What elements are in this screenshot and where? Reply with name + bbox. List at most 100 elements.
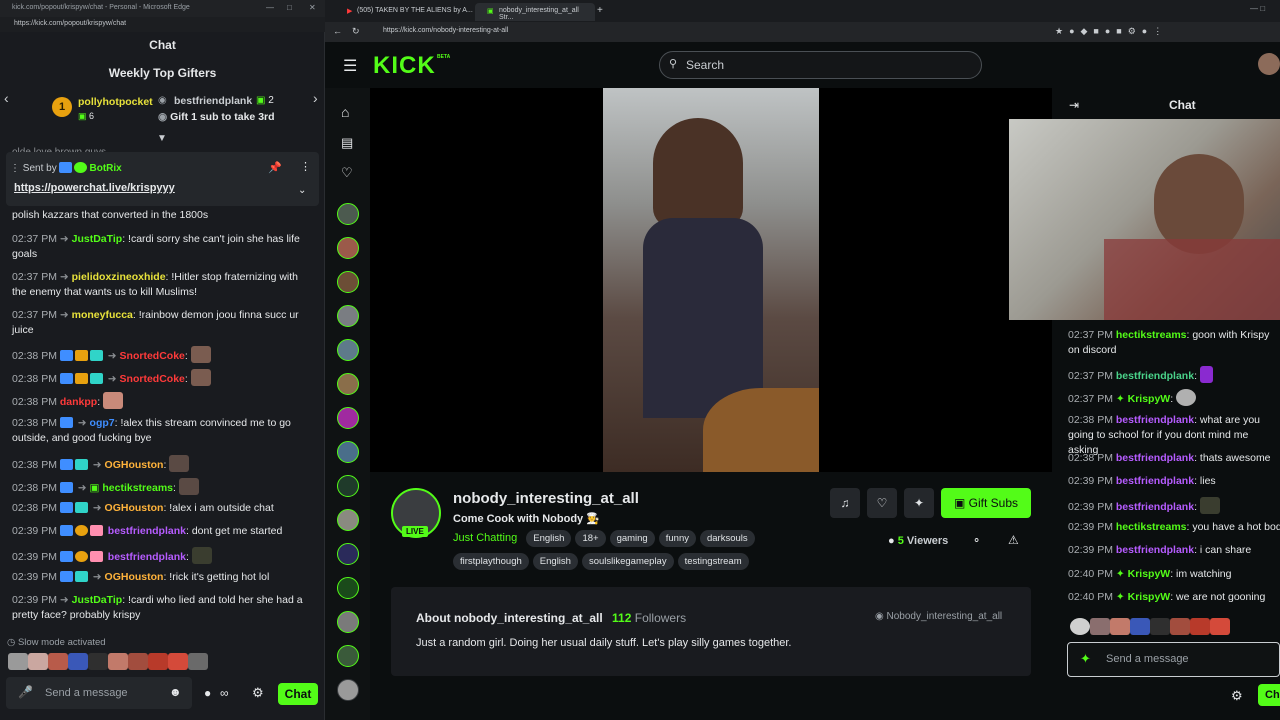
chat-settings-gear-icon[interactable]: ⚙: [1231, 688, 1243, 704]
chat-username: KrispyW: [1127, 591, 1171, 603]
chat-username: JustDaTip: [71, 233, 123, 245]
close-icon[interactable]: ✕: [309, 3, 316, 12]
microphone-icon[interactable]: 🎤: [18, 685, 33, 699]
right-chat-button[interactable]: Chat: [1258, 684, 1280, 706]
home-icon[interactable]: ⌂: [341, 104, 349, 120]
minimize-icon[interactable]: —: [266, 3, 274, 12]
collapse-icon[interactable]: ▼: [157, 133, 167, 144]
maximize-icon[interactable]: □: [287, 3, 292, 12]
webcam-shirt: [1104, 239, 1280, 320]
gift-icon: ▣: [953, 496, 966, 510]
sparkle-icon[interactable]: ✦: [904, 488, 934, 518]
chat-message: 02:37 PM bestfriendplank:: [1068, 366, 1280, 384]
channel-avatar[interactable]: [337, 645, 359, 667]
right-send-message-input[interactable]: ✦ Send a message: [1067, 642, 1280, 677]
gift-take-third[interactable]: ◉ Gift 1 sub to take 3rd: [158, 111, 275, 123]
chat-username: KrispyW: [1127, 568, 1171, 580]
user-avatar[interactable]: [1258, 53, 1280, 75]
tag[interactable]: gaming: [609, 530, 655, 547]
about-social-link[interactable]: ◉ Nobody_interesting_at_all: [875, 611, 1002, 622]
channel-avatar[interactable]: [337, 203, 359, 225]
chat-username: bestfriendplank: [1115, 452, 1195, 464]
tab-youtube[interactable]: ▶ (505) TAKEN BY THE ALIENS by A...: [333, 3, 473, 21]
share-icon[interactable]: ⚬: [972, 534, 981, 547]
channel-avatar[interactable]: [337, 271, 359, 293]
follow-heart-icon[interactable]: ♡: [867, 488, 897, 518]
chat-message: 02:37 PM hectikstreams: goon with Krispy…: [1068, 329, 1270, 356]
chat-username: hectikstreams: [1115, 521, 1187, 533]
tag[interactable]: English: [532, 553, 578, 570]
channel-avatar[interactable]: [337, 407, 359, 429]
channel-avatar[interactable]: [337, 441, 359, 463]
more-options-icon[interactable]: ⋮: [300, 160, 311, 173]
channel-avatar[interactable]: [337, 577, 359, 599]
tag[interactable]: firstplaythough: [453, 553, 529, 570]
category-link[interactable]: Just Chatting: [453, 532, 517, 544]
notification-bell-icon[interactable]: ♫: [830, 488, 860, 518]
right-emote-bar[interactable]: [1070, 618, 1280, 638]
chat-message: 02:37 PM ➜ JustDaTip: !cardi sorry she c…: [12, 233, 300, 260]
gifter1-name[interactable]: pollyhotpocket: [78, 96, 153, 108]
back-icon[interactable]: ←: [333, 26, 342, 36]
chat-username: SnortedCoke: [119, 350, 185, 362]
settings-gear-icon[interactable]: ⚙: [252, 685, 264, 701]
emote-icon: [1070, 618, 1090, 635]
extension-icons[interactable]: ★●◆■●■⚙●⋮: [1055, 26, 1168, 37]
hamburger-menu-icon[interactable]: ☰: [343, 56, 357, 76]
browser-address-bar[interactable]: ← ↻ https://kick.com/nobody-interesting-…: [325, 22, 1280, 42]
channel-avatar[interactable]: [337, 373, 359, 395]
emote-icon: [190, 369, 211, 386]
emote-icon: [169, 455, 190, 472]
tab-kick[interactable]: ▣ nobody_interesting_at_all Str...: [475, 3, 595, 21]
gifter2-name[interactable]: bestfriendplank: [174, 95, 252, 107]
tag[interactable]: darksouls: [699, 530, 755, 547]
channel-avatar[interactable]: [337, 611, 359, 633]
refresh-icon[interactable]: ↻: [352, 26, 360, 37]
pin-icon[interactable]: 📌: [268, 161, 282, 174]
following-heart-icon[interactable]: ♡: [341, 165, 353, 181]
emoji-icon[interactable]: ☻: [169, 685, 182, 699]
channel-avatar[interactable]: [337, 509, 359, 531]
report-warning-icon[interactable]: ⚠: [1008, 533, 1019, 547]
tag[interactable]: English: [526, 530, 572, 547]
coins-icon[interactable]: ●: [204, 686, 211, 700]
channel-avatar[interactable]: [337, 339, 359, 361]
sparkle-icon[interactable]: ✦: [1080, 651, 1091, 667]
channel-avatar[interactable]: [337, 237, 359, 259]
send-message-input[interactable]: 🎤 Send a message ☻: [6, 677, 192, 709]
emote-bar[interactable]: [8, 653, 223, 671]
channel-avatar[interactable]: [337, 475, 359, 497]
gift-icon: ▣: [78, 111, 87, 121]
collapse-chat-icon[interactable]: ⇥: [1069, 98, 1079, 112]
new-tab-icon[interactable]: +: [597, 5, 603, 16]
chevron-right-icon[interactable]: ›: [313, 90, 318, 106]
popout-address-bar[interactable]: https://kick.com/popout/krispyw/chat: [0, 17, 325, 32]
window-controls-icon[interactable]: — □: [1250, 4, 1265, 13]
chat-message: 02:38 PM bestfriendplank: thats awesome: [1068, 452, 1271, 464]
popout-title-bar: kick.com/popout/krispyw/chat - Personal …: [0, 0, 325, 17]
chevron-left-icon[interactable]: ‹: [4, 90, 9, 106]
chat-message: 02:39 PM hectikstreams: you have a hot b…: [1068, 521, 1280, 533]
tag[interactable]: 18+: [575, 530, 606, 547]
channel-avatar[interactable]: [337, 543, 359, 565]
browse-icon[interactable]: ▤: [341, 135, 353, 151]
chat-message: 02:39 PM bestfriendplank: lies: [1068, 475, 1216, 487]
infinity-icon[interactable]: ∞: [220, 686, 229, 700]
emote-icon: [1150, 618, 1170, 635]
chat-username: bestfriendplank: [1115, 414, 1195, 426]
search-input[interactable]: ⚲ Search: [659, 51, 982, 79]
tag[interactable]: testingstream: [677, 553, 749, 570]
stream-video-frame[interactable]: [603, 88, 819, 472]
kick-logo[interactable]: KICK: [373, 52, 436, 80]
tag[interactable]: funny: [658, 530, 696, 547]
left-chat-button[interactable]: Chat: [278, 683, 318, 705]
popout-chat-heading: Chat: [149, 38, 176, 52]
channel-avatar[interactable]: [337, 679, 359, 701]
channel-avatar[interactable]: [337, 305, 359, 327]
pinned-link[interactable]: https://powerchat.live/krispyyy: [14, 182, 175, 194]
emote-icon: [191, 547, 212, 564]
tag[interactable]: soulslikegameplay: [581, 553, 674, 570]
gift-subs-button[interactable]: ▣ Gift Subs: [941, 488, 1031, 518]
expand-pinned-icon[interactable]: ⌄: [298, 185, 306, 196]
channel-name[interactable]: nobody_interesting_at_all: [453, 490, 639, 507]
